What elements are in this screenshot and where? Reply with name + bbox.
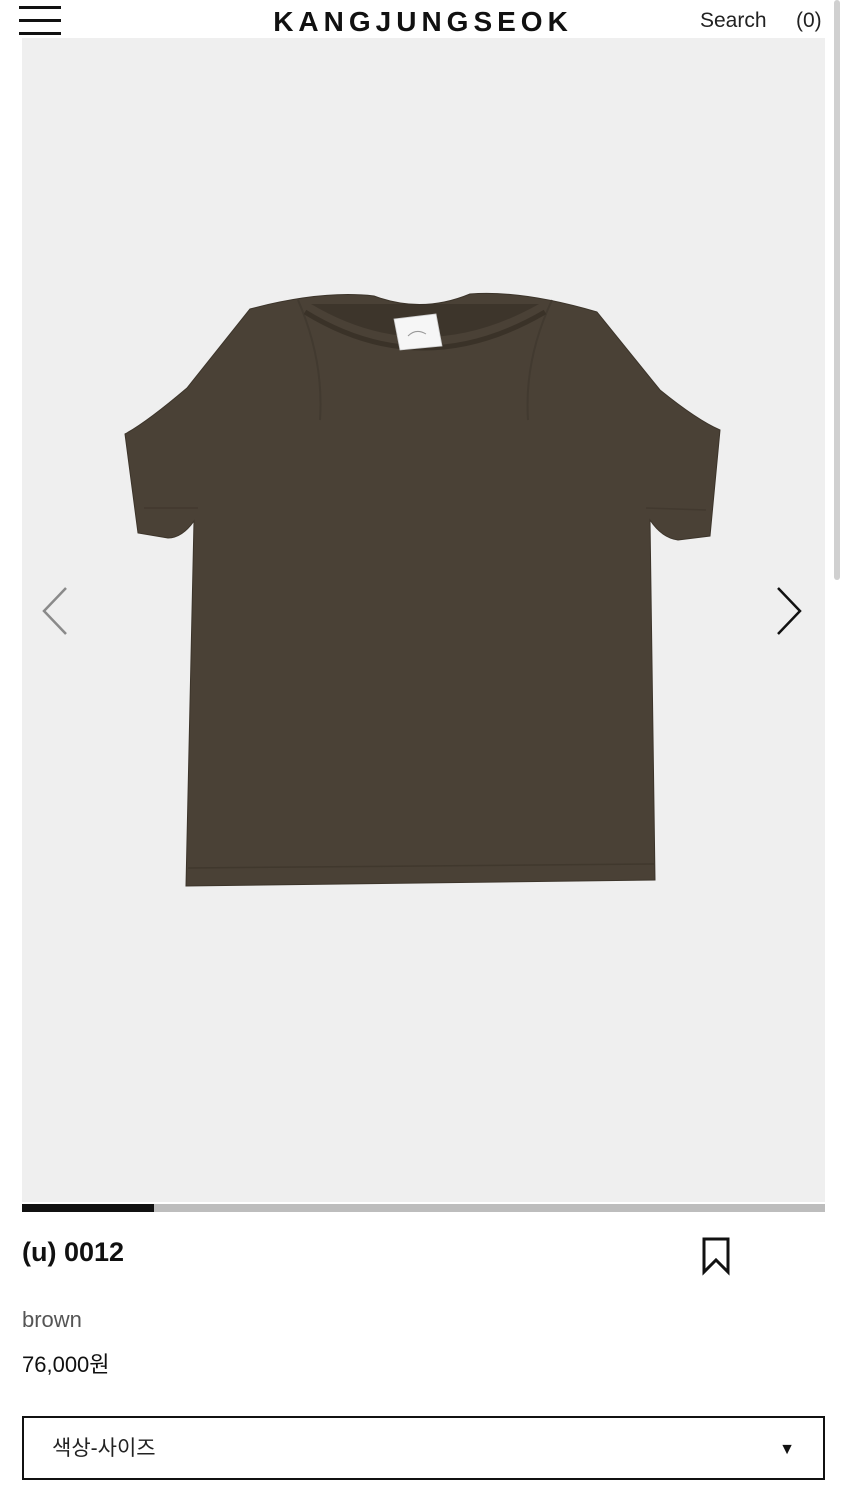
search-link[interactable]: Search (700, 8, 767, 34)
page-scrollbar[interactable] (834, 0, 840, 580)
dropdown-caret-icon: ▼ (779, 1441, 795, 1458)
product-image (124, 292, 721, 887)
gallery-progress-bar (22, 1204, 825, 1212)
gallery-prev-button[interactable] (34, 586, 84, 636)
chevron-left-icon (42, 587, 67, 635)
product-name: (u) 0012 (22, 1237, 125, 1267)
chevron-right-icon (777, 587, 802, 635)
bookmark-button[interactable] (700, 1236, 732, 1276)
cart-count-link[interactable]: (0) (796, 8, 822, 34)
color-size-select[interactable]: 색상-사이즈 ▼ (22, 1416, 825, 1480)
select-label: 색상-사이즈 (52, 1437, 156, 1460)
product-price: 76,000원 (22, 1352, 110, 1377)
bookmark-icon (702, 1237, 730, 1276)
gallery-next-button[interactable] (764, 586, 814, 636)
gallery-progress-fill (22, 1204, 154, 1212)
tshirt-illustration (124, 292, 721, 887)
product-image-gallery[interactable] (22, 38, 825, 1202)
product-color: brown (22, 1307, 82, 1332)
